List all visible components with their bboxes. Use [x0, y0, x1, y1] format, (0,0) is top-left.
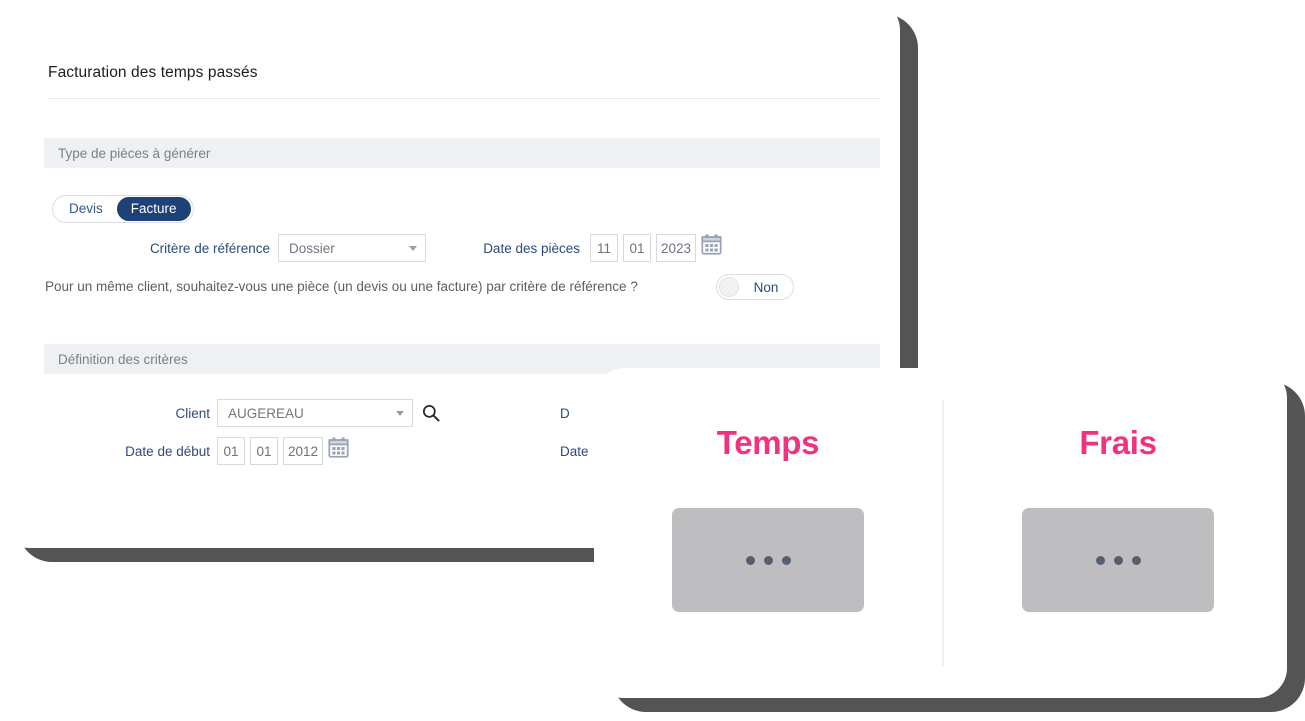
critere-reference-label: Critère de référence: [149, 241, 270, 256]
panel-frais[interactable]: Frais: [944, 368, 1287, 698]
critere-reference-select[interactable]: Dossier: [278, 234, 426, 262]
chevron-down-icon: [396, 410, 404, 416]
chevron-down-icon: [409, 245, 417, 251]
date-pieces-month[interactable]: 01: [623, 234, 651, 262]
date-pieces-day[interactable]: 11: [590, 234, 618, 262]
dot-icon: [1095, 555, 1105, 565]
date-debut-label: Date de début: [125, 444, 210, 459]
dot-icon: [763, 555, 773, 565]
panel-temps-title: Temps: [716, 424, 820, 461]
dot-icon: [745, 555, 755, 565]
overlay-card-content: Temps Frais: [594, 368, 1287, 698]
segment-devis[interactable]: Devis: [55, 197, 117, 221]
segment-facture[interactable]: Facture: [116, 197, 191, 221]
client-select[interactable]: AUGEREAU: [217, 399, 413, 427]
search-icon[interactable]: [421, 403, 441, 423]
panel-temps[interactable]: Temps: [594, 368, 942, 698]
critere-reference-value: Dossier: [289, 240, 335, 256]
toggle-state-label: Non: [753, 279, 779, 295]
document-type-segmented-control[interactable]: Devis Facture: [52, 195, 194, 223]
date-pieces-year[interactable]: 2023: [656, 234, 696, 262]
dot-icon: [781, 555, 791, 565]
date-debut-year[interactable]: 2012: [283, 437, 323, 465]
section-header-criteres-label: Définition des critères: [58, 351, 188, 367]
panel-frais-title: Frais: [1079, 424, 1157, 461]
section-header-type: Type de pièces à générer: [44, 138, 880, 168]
panel-frais-placeholder[interactable]: [1022, 508, 1214, 612]
date-pieces-label: Date des pièces: [483, 241, 580, 256]
client-value: AUGEREAU: [228, 405, 304, 421]
title-divider: [48, 98, 880, 99]
dot-icon: [1131, 555, 1141, 565]
calendar-icon[interactable]: [701, 234, 722, 255]
client-label: Client: [175, 406, 210, 421]
page-title: Facturation des temps passés: [48, 64, 258, 81]
date-debut-month[interactable]: 01: [250, 437, 278, 465]
section-header-type-label: Type de pièces à générer: [58, 145, 211, 161]
date-debut-day[interactable]: 01: [217, 437, 245, 465]
per-criteria-question-label: Pour un même client, souhaitez-vous une …: [45, 279, 638, 294]
toggle-knob[interactable]: [719, 277, 739, 297]
panel-temps-placeholder[interactable]: [672, 508, 864, 612]
calendar-icon[interactable]: [328, 437, 349, 458]
dot-icon: [1113, 555, 1123, 565]
per-criteria-toggle[interactable]: Non: [716, 274, 794, 300]
